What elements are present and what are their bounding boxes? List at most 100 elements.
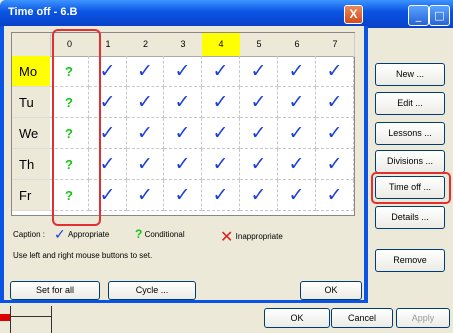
grid-cell[interactable]: ✓ bbox=[240, 56, 278, 87]
side-button-edit[interactable]: Edit ... bbox=[375, 92, 445, 115]
check-icon: ✓ bbox=[326, 91, 343, 113]
conditional-legend: ? Conditional bbox=[135, 227, 185, 241]
grid-cell[interactable]: ✓ bbox=[278, 118, 316, 149]
check-icon: ✓ bbox=[288, 184, 305, 206]
check-icon: ✓ bbox=[54, 227, 66, 243]
check-icon: ✓ bbox=[288, 153, 305, 175]
side-button-details[interactable]: Details ... bbox=[375, 206, 445, 229]
grid-cell[interactable]: ✓ bbox=[164, 118, 202, 149]
row-label-th[interactable]: Th bbox=[12, 149, 50, 180]
grid-cell[interactable]: ✓ bbox=[127, 118, 164, 149]
grid-cell[interactable]: ✓ bbox=[127, 56, 164, 87]
check-icon: ✓ bbox=[288, 60, 305, 82]
grid-corner bbox=[12, 33, 51, 57]
check-icon: ✓ bbox=[99, 153, 116, 175]
time-off-button-highlight bbox=[371, 172, 451, 204]
grid-cell[interactable]: ✓ bbox=[278, 56, 316, 87]
grid-cell[interactable]: ✓ bbox=[202, 56, 240, 87]
grid-cell[interactable]: ✓ bbox=[240, 180, 278, 211]
close-icon[interactable]: X bbox=[344, 5, 363, 24]
check-icon: ✓ bbox=[212, 60, 229, 82]
grid-cell[interactable]: ✓ bbox=[127, 180, 164, 211]
bottom-ok-button[interactable]: OK bbox=[264, 308, 330, 328]
grid-cell[interactable]: ✓ bbox=[127, 149, 164, 180]
check-icon: ✓ bbox=[326, 122, 343, 144]
minimize-icon[interactable]: _ bbox=[408, 5, 429, 26]
check-icon: ✓ bbox=[137, 184, 153, 206]
ok-button[interactable]: OK bbox=[300, 281, 362, 300]
appropriate-legend: ✓ Appropriate bbox=[54, 227, 109, 243]
maximize-icon[interactable]: □ bbox=[429, 5, 450, 26]
check-icon: ✓ bbox=[326, 184, 343, 206]
column-header-6[interactable]: 6 bbox=[278, 33, 317, 57]
row-label-fr[interactable]: Fr bbox=[12, 180, 50, 211]
background-grid-fragment bbox=[10, 306, 52, 333]
check-icon: ✓ bbox=[288, 122, 305, 144]
usage-hint: Use left and right mouse buttons to set. bbox=[13, 251, 153, 260]
grid-cell[interactable]: ✓ bbox=[202, 118, 240, 149]
column-header-7[interactable]: 7 bbox=[316, 33, 355, 57]
dialog-titlebar[interactable]: Time off - 6.B X bbox=[0, 0, 368, 26]
check-icon: ✓ bbox=[326, 153, 343, 175]
grid-cell[interactable]: ✓ bbox=[278, 180, 316, 211]
dialog-client: 0 1 2 3 4 5 6 7 Mo? ✓ ✓ ✓ ✓ ✓ ✓ ✓ Tu? ✓ ✓ ✓ ✓ ✓ ✓ ✓ We? ✓ ✓ ✓ ✓ ✓ ✓ ✓ Th… bbox=[4, 26, 364, 300]
side-button-new[interactable]: New ... bbox=[375, 63, 445, 86]
grid-cell[interactable]: ✓ bbox=[316, 149, 354, 180]
bottom-apply-button[interactable]: Apply bbox=[396, 308, 450, 328]
inappropriate-legend: ✕ Inappropriate bbox=[220, 227, 283, 246]
side-button-remove[interactable]: Remove bbox=[375, 249, 445, 272]
appropriate-label: Appropriate bbox=[67, 230, 110, 239]
grid-cell[interactable]: ✓ bbox=[164, 56, 202, 87]
grid-cell[interactable]: ✓ bbox=[278, 149, 316, 180]
grid-cell[interactable]: ✓ bbox=[164, 87, 202, 118]
grid-cell[interactable]: ✓ bbox=[240, 149, 278, 180]
row-label-we[interactable]: We bbox=[12, 118, 50, 149]
check-icon: ✓ bbox=[250, 60, 267, 82]
column-header-2[interactable]: 2 bbox=[127, 33, 165, 57]
red-marker bbox=[0, 314, 10, 321]
check-icon: ✓ bbox=[174, 184, 191, 206]
cycle-button[interactable]: Cycle ... bbox=[108, 281, 196, 300]
check-icon: ✓ bbox=[250, 184, 267, 206]
grid-cell[interactable]: ✓ bbox=[278, 87, 316, 118]
set-for-all-button[interactable]: Set for all bbox=[10, 281, 100, 300]
check-icon: ✓ bbox=[99, 122, 116, 144]
check-icon: ✓ bbox=[212, 184, 229, 206]
bottom-cancel-button[interactable]: Cancel bbox=[331, 308, 393, 328]
check-icon: ✓ bbox=[99, 184, 116, 206]
check-icon: ✓ bbox=[99, 60, 116, 82]
question-icon: ? bbox=[135, 227, 143, 241]
check-icon: ✓ bbox=[137, 153, 153, 175]
conditional-label: Conditional bbox=[144, 230, 185, 239]
caption-label: Caption : bbox=[13, 230, 46, 239]
grid-cell[interactable]: ✓ bbox=[316, 87, 354, 118]
dialog-title: Time off - 6.B bbox=[8, 6, 78, 18]
grid-cell[interactable]: ✓ bbox=[164, 180, 202, 211]
check-icon: ✓ bbox=[288, 91, 305, 113]
check-icon: ✓ bbox=[137, 122, 153, 144]
background-titlebar: _ □ bbox=[360, 0, 453, 28]
check-icon: ✓ bbox=[250, 153, 267, 175]
check-icon: ✓ bbox=[137, 60, 153, 82]
grid-cell[interactable]: ✓ bbox=[164, 149, 202, 180]
grid-cell[interactable]: ✓ bbox=[202, 180, 240, 211]
grid-cell[interactable]: ✓ bbox=[316, 118, 354, 149]
check-icon: ✓ bbox=[250, 122, 267, 144]
grid-cell[interactable]: ✓ bbox=[127, 87, 164, 118]
grid-cell[interactable]: ✓ bbox=[240, 87, 278, 118]
side-button-divisions[interactable]: Divisions ... bbox=[375, 150, 445, 173]
grid-cell[interactable]: ✓ bbox=[316, 180, 354, 211]
grid-cell[interactable]: ✓ bbox=[202, 149, 240, 180]
column-header-3[interactable]: 3 bbox=[164, 33, 203, 57]
check-icon: ✓ bbox=[99, 91, 116, 113]
column-header-5[interactable]: 5 bbox=[240, 33, 279, 57]
check-icon: ✓ bbox=[326, 60, 343, 82]
grid-cell[interactable]: ✓ bbox=[240, 118, 278, 149]
grid-cell[interactable]: ✓ bbox=[316, 56, 354, 87]
row-label-tu[interactable]: Tu bbox=[12, 87, 50, 118]
grid-cell[interactable]: ✓ bbox=[202, 87, 240, 118]
side-button-lessons[interactable]: Lessons ... bbox=[375, 122, 445, 145]
check-icon: ✓ bbox=[212, 122, 229, 144]
row-label-mo[interactable]: Mo bbox=[12, 56, 50, 87]
column-header-4[interactable]: 4 bbox=[202, 33, 241, 57]
